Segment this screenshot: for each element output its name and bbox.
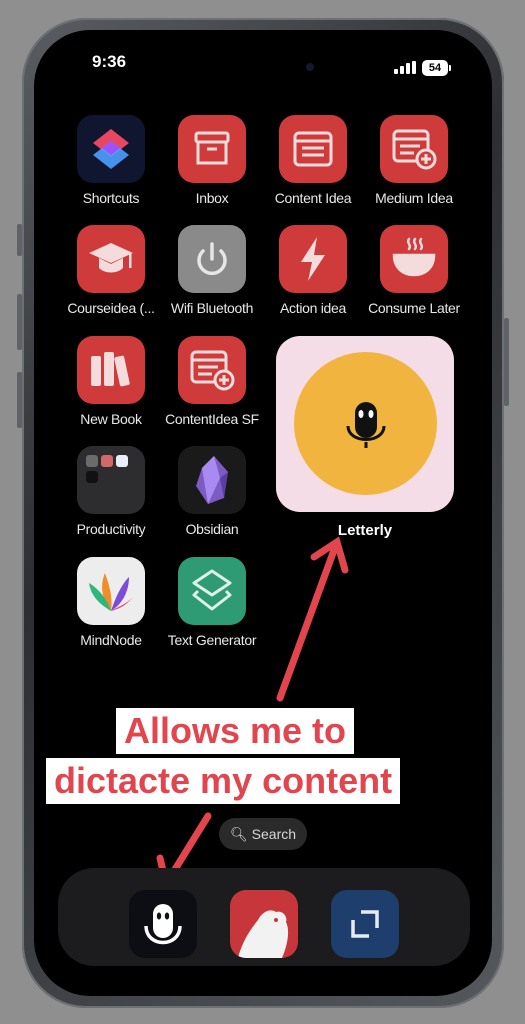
home-screen: 9:36 54 Shortcuts Inbox Content Idea Med…: [34, 30, 492, 996]
power-button: [504, 318, 509, 406]
microphone-face-icon: [144, 904, 182, 945]
annotation-arrows: [156, 536, 349, 889]
crop-icon: [351, 910, 379, 938]
bear-icon: [238, 910, 289, 958]
search-icon: 🔍︎: [229, 826, 248, 842]
dock-app-letterly[interactable]: [129, 890, 197, 958]
arrow-to-widget: [276, 538, 341, 702]
dock-app-bear[interactable]: [230, 890, 298, 958]
annotation-line-1: Allows me to: [116, 708, 355, 754]
volume-down-button: [17, 372, 22, 428]
volume-up-button: [17, 294, 22, 350]
search-button[interactable]: 🔍︎ Search: [219, 818, 307, 850]
action-button: [17, 224, 22, 256]
dock-app-screenshot[interactable]: [331, 890, 399, 958]
search-label: Search: [251, 826, 297, 842]
annotation-line-2: dictacte my content: [46, 758, 401, 804]
